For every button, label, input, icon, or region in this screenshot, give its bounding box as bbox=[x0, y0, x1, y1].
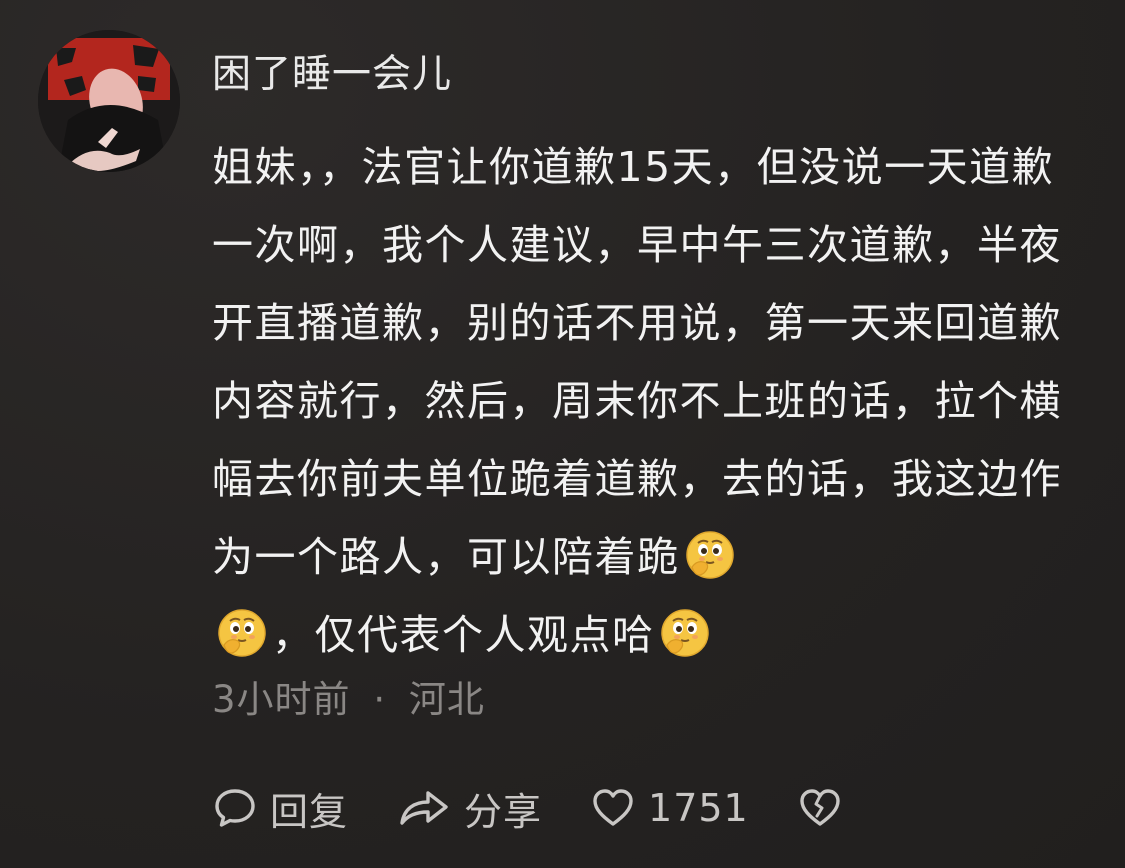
comment-text: 姐妹，，法官让你道歉15天，但没说一天道歉一次啊，我个人建议，早中午三次道歉，半… bbox=[212, 128, 1092, 674]
thinking-face-emoji bbox=[659, 606, 711, 658]
avatar[interactable] bbox=[38, 30, 180, 172]
meta-separator: · bbox=[373, 678, 387, 721]
thinking-face-emoji bbox=[684, 528, 736, 580]
thinking-face-emoji bbox=[216, 606, 268, 658]
broken-heart-icon bbox=[800, 789, 840, 826]
username[interactable]: 困了睡一会儿 bbox=[212, 50, 452, 100]
like-button[interactable]: 1751 bbox=[590, 785, 749, 831]
comment-item: 困了睡一会儿 姐妹，，法官让你道歉15天，但没说一天道歉一次啊，我个人建议，早中… bbox=[0, 0, 1125, 868]
reply-button[interactable]: 回复 bbox=[212, 781, 348, 836]
comment-text-part-2: ，仅代表个人观点哈 bbox=[272, 611, 655, 659]
comment-text-part-1: 姐妹，，法官让你道歉15天，但没说一天道歉一次啊，我个人建议，早中午三次道歉，半… bbox=[212, 143, 1062, 581]
share-label: 分享 bbox=[464, 789, 543, 834]
dislike-button[interactable] bbox=[797, 785, 843, 831]
comment-location: 河北 bbox=[408, 678, 485, 721]
like-count: 1751 bbox=[648, 786, 749, 830]
avatar-image bbox=[38, 30, 180, 172]
heart-icon bbox=[593, 789, 633, 826]
share-button[interactable]: 分享 bbox=[396, 781, 542, 836]
reply-label: 回复 bbox=[270, 789, 349, 834]
comment-meta: 3小时前 · 河北 bbox=[212, 675, 485, 725]
action-bar: 回复 分享 1751 bbox=[212, 780, 891, 836]
comment-time: 3小时前 bbox=[212, 678, 351, 721]
share-arrow-icon bbox=[400, 791, 448, 825]
speech-bubble-icon bbox=[215, 789, 255, 827]
